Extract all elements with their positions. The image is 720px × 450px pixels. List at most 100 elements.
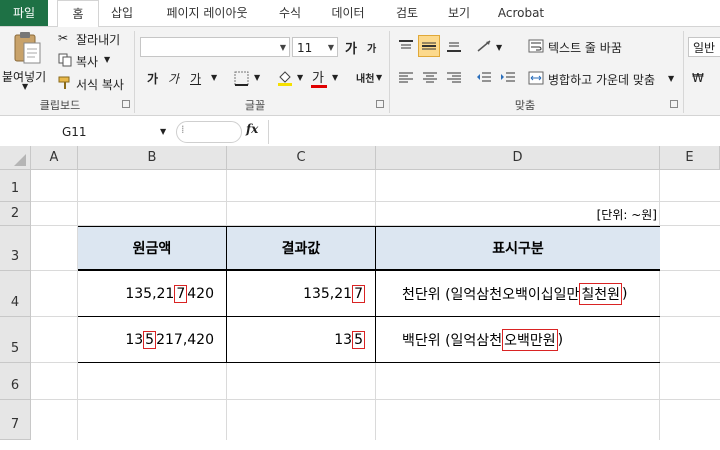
worksheet-grid[interactable]: A B C D E 1 2 3 4 5 6 7 [단위: ~원] 원금액 결과값… [0,146,720,440]
chevron-down-icon[interactable]: ▼ [160,122,166,142]
copy-dropdown-icon[interactable]: ▼ [104,55,110,64]
grow-font-button[interactable]: 가 [345,38,357,57]
highlight-text: 오백만원 [502,328,558,351]
select-all-corner[interactable] [0,146,31,170]
shrink-font-button[interactable]: 가 [367,40,376,55]
align-right-icon[interactable] [446,71,462,85]
desc-part: ) [622,285,628,302]
cell-d4[interactable]: 천단위 (일억삼천오백이십일만 칠천원) [376,271,660,317]
paste-icon[interactable] [12,31,42,65]
bold-button[interactable]: 가 [147,70,158,87]
border-dropdown-icon[interactable]: ▼ [254,73,260,82]
cut-icon[interactable]: ✂ [58,31,68,45]
font-size-value: 11 [297,41,313,55]
desc-part: ) [557,331,564,348]
row-header-4[interactable]: 4 [0,271,31,317]
row-header-1[interactable]: 1 [0,170,31,202]
font-launcher-icon[interactable] [376,100,384,108]
font-color-button[interactable]: 가 [312,67,324,86]
tab-view[interactable]: 보기 [441,0,477,26]
unit-note: [단위: ~원] [596,207,657,222]
formula-bar: G11 ▼ ⁞ fx [0,118,720,147]
merge-dropdown-icon[interactable]: ▼ [668,74,674,83]
wrap-text-icon[interactable] [528,39,544,53]
format-painter-button[interactable]: 서식 복사 [76,76,124,93]
cell-b4[interactable]: 135,21 7 420 [78,271,227,317]
highlight-digit: 7 [352,284,365,303]
drag-handle-icon[interactable]: ⁞ [181,123,185,136]
column-header-c[interactable]: C [227,146,376,170]
chevron-down-icon: ▼ [279,43,286,52]
highlight-digit: 5 [352,330,365,349]
row-header-3[interactable]: 3 [0,226,31,271]
align-left-icon[interactable] [398,71,414,85]
cell-c4[interactable]: 135,21 7 [227,271,376,317]
align-middle-button[interactable] [418,35,440,57]
decrease-indent-icon[interactable] [476,71,492,85]
copy-button[interactable]: 복사 [76,53,98,70]
border-icon[interactable] [234,71,250,87]
font-family-select[interactable]: ▼ [140,37,290,57]
column-header-b[interactable]: B [78,146,227,170]
format-painter-icon[interactable] [58,76,72,90]
font-color-bar [311,85,327,88]
phonetic-button[interactable]: 내천 [356,70,374,85]
align-center-icon[interactable] [422,71,438,85]
formula-bar-divider[interactable]: ⁞ [176,121,242,143]
header-display: 표시구분 [376,226,660,271]
tab-page-layout[interactable]: 페이지 레이아웃 [152,0,262,26]
cell-b5[interactable]: 13 5 217,420 [78,317,227,363]
row-header-2[interactable]: 2 [0,202,31,226]
underline-dropdown-icon[interactable]: ▼ [211,73,217,82]
alignment-group-label: 맞춤 [514,99,536,112]
align-top-icon[interactable] [398,39,414,53]
highlight-digit: 7 [174,284,188,303]
cell-c5[interactable]: 13 5 [227,317,376,363]
name-box-value: G11 [62,125,87,139]
name-box[interactable]: G11 ▼ [0,122,172,142]
currency-icon[interactable]: ₩ [692,71,704,85]
row-header-6[interactable]: 6 [0,363,31,400]
number-format-select[interactable]: 일반 [688,37,720,57]
column-header-d[interactable]: D [376,146,660,170]
row-header-5[interactable]: 5 [0,317,31,363]
align-bottom-icon[interactable] [446,39,462,53]
tab-file[interactable]: 파일 [0,0,48,26]
tab-acrobat[interactable]: Acrobat [494,0,548,26]
cut-button[interactable]: 잘라내기 [76,31,120,48]
insert-function-icon[interactable]: fx [246,122,258,136]
formula-input[interactable] [268,120,720,144]
header-amount: 원금액 [78,226,227,271]
italic-button[interactable]: 가 [168,70,179,87]
desc-part: 백단위 (일억삼천 [402,332,503,349]
font-color-dropdown-icon[interactable]: ▼ [332,73,338,82]
tab-insert[interactable]: 삽입 [104,0,140,26]
increase-indent-icon[interactable] [500,71,516,85]
cell-d5[interactable]: 백단위 (일억삼천 오백만원) [376,317,660,363]
row-header-7[interactable]: 7 [0,400,31,440]
fill-color-icon[interactable] [276,69,294,87]
tab-formulas[interactable]: 수식 [272,0,308,26]
underline-button[interactable]: 가 [190,70,201,87]
wrap-text-button[interactable]: 텍스트 줄 바꿈 [548,39,622,56]
highlight-text: 칠천원 [579,282,622,305]
header-result: 결과값 [227,226,376,271]
tab-data[interactable]: 데이터 [326,0,370,26]
merge-center-icon[interactable] [528,71,544,85]
copy-icon[interactable] [58,53,72,67]
amount-part: 13 [125,331,144,348]
orientation-dropdown-icon[interactable]: ▼ [496,43,502,52]
orientation-icon[interactable] [476,39,494,53]
tab-review[interactable]: 검토 [389,0,425,26]
phonetic-dropdown-icon[interactable]: ▼ [376,73,382,82]
font-size-select[interactable]: 11 ▼ [292,37,338,57]
merge-center-button[interactable]: 병합하고 가운데 맞춤 [548,71,655,88]
paste-dropdown-icon[interactable]: ▼ [22,82,28,91]
clipboard-launcher-icon[interactable] [122,100,130,108]
column-header-a[interactable]: A [31,146,78,170]
tab-home[interactable]: 홈 [57,0,99,28]
fill-color-dropdown-icon[interactable]: ▼ [297,73,303,82]
column-header-e[interactable]: E [660,146,720,170]
align-middle-icon [422,42,436,50]
alignment-launcher-icon[interactable] [670,100,678,108]
